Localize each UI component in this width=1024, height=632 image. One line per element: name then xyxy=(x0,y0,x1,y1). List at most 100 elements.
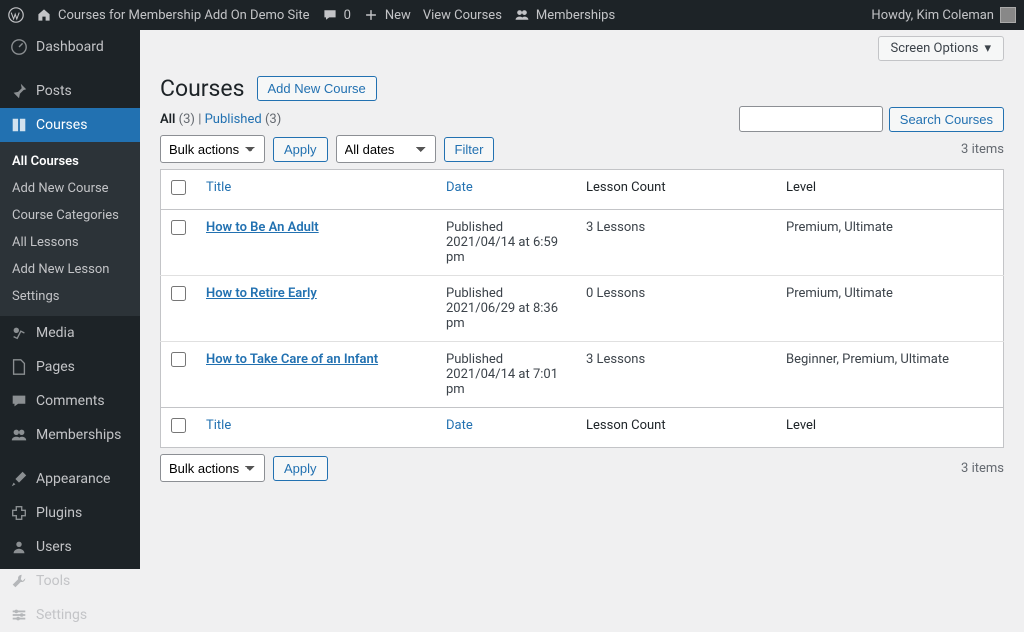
apply-button-bottom[interactable]: Apply xyxy=(273,456,328,481)
memberships-link[interactable]: Memberships xyxy=(514,7,615,23)
date-filter-select[interactable]: All dates xyxy=(336,135,436,163)
row-level: Beginner, Premium, Ultimate xyxy=(776,342,1004,408)
sidebar-sub-all-lessons[interactable]: All Lessons xyxy=(0,229,140,256)
row-date-status: Published xyxy=(446,286,503,301)
sidebar-sub-course-categories[interactable]: Course Categories xyxy=(0,202,140,229)
media-icon xyxy=(10,324,28,342)
sidebar-item-label: Dashboard xyxy=(36,39,104,55)
sidebar-item-label: Posts xyxy=(36,83,72,99)
sidebar-item-media[interactable]: Media xyxy=(0,316,140,350)
sidebar-item-courses[interactable]: Courses xyxy=(0,108,140,142)
sidebar-item-label: Media xyxy=(36,325,75,341)
new-label: New xyxy=(385,8,411,23)
tablenav-top: Bulk actions Apply All dates Filter 3 it… xyxy=(160,135,1004,163)
table-row: How to Take Care of an Infant Published … xyxy=(161,342,1004,408)
col-date-foot[interactable]: Date xyxy=(436,408,576,448)
row-title-link[interactable]: How to Take Care of an Infant xyxy=(206,352,378,367)
items-count-top: 3 items xyxy=(961,142,1004,157)
apply-button-top[interactable]: Apply xyxy=(273,137,328,162)
wrench-icon xyxy=(10,572,28,590)
page-icon xyxy=(10,358,28,376)
row-lesson-count: 3 Lessons xyxy=(576,210,776,276)
select-all-top[interactable] xyxy=(171,180,186,195)
comments-count: 0 xyxy=(344,8,351,23)
sidebar-item-settings[interactable]: Settings xyxy=(0,598,140,632)
screen-options-toggle[interactable]: Screen Options ▾ xyxy=(878,36,1005,61)
bulk-action-select-top[interactable]: Bulk actions xyxy=(160,135,265,163)
sidebar-sub-all-courses[interactable]: All Courses xyxy=(0,148,140,175)
sidebar-sub-add-new-lesson[interactable]: Add New Lesson xyxy=(0,256,140,283)
site-name-text: Courses for Membership Add On Demo Site xyxy=(58,8,310,23)
plugin-icon xyxy=(10,504,28,522)
screen-options-label: Screen Options xyxy=(891,41,979,56)
search-input[interactable] xyxy=(739,106,883,132)
table-row: How to Retire Early Published 2021/06/29… xyxy=(161,276,1004,342)
page-title: Courses xyxy=(160,75,245,102)
sidebar-item-label: Users xyxy=(36,539,72,555)
col-title[interactable]: Title xyxy=(196,170,436,210)
row-checkbox[interactable] xyxy=(171,220,186,235)
pin-icon xyxy=(10,82,28,100)
my-account-link[interactable]: Howdy, Kim Coleman xyxy=(871,7,1016,23)
dashboard-icon xyxy=(10,38,28,56)
sidebar-item-comments[interactable]: Comments xyxy=(0,384,140,418)
sidebar-item-label: Courses xyxy=(36,117,87,133)
filter-published[interactable]: Published xyxy=(205,112,265,127)
sidebar-sub-settings[interactable]: Settings xyxy=(0,283,140,310)
settings-icon xyxy=(10,606,28,624)
search-courses-button[interactable]: Search Courses xyxy=(889,107,1004,132)
main-content: Screen Options ▾ Courses Add New Course … xyxy=(140,30,1024,569)
view-courses-label: View Courses xyxy=(423,8,502,23)
search-box: Search Courses xyxy=(739,106,1004,132)
comment-icon xyxy=(322,7,338,23)
col-title-foot[interactable]: Title xyxy=(196,408,436,448)
filter-all[interactable]: All (3) xyxy=(160,112,198,127)
row-lesson-count: 3 Lessons xyxy=(576,342,776,408)
wordpress-icon xyxy=(8,7,24,23)
col-date[interactable]: Date xyxy=(436,170,576,210)
new-content-link[interactable]: New xyxy=(363,7,411,23)
chevron-down-icon: ▾ xyxy=(984,41,991,56)
row-date: 2021/04/14 at 7:01 pm xyxy=(446,367,558,397)
row-checkbox[interactable] xyxy=(171,352,186,367)
book-icon xyxy=(10,116,28,134)
items-count-bottom: 3 items xyxy=(961,461,1004,476)
sidebar-item-pages[interactable]: Pages xyxy=(0,350,140,384)
view-courses-link[interactable]: View Courses xyxy=(423,8,502,23)
sidebar-item-memberships[interactable]: Memberships xyxy=(0,418,140,452)
row-title-link[interactable]: How to Retire Early xyxy=(206,286,317,301)
row-lesson-count: 0 Lessons xyxy=(576,276,776,342)
row-level: Premium, Ultimate xyxy=(776,210,1004,276)
table-row: How to Be An Adult Published 2021/04/14 … xyxy=(161,210,1004,276)
row-date-status: Published xyxy=(446,352,503,367)
select-all-bottom[interactable] xyxy=(171,418,186,433)
brush-icon xyxy=(10,470,28,488)
comment-icon xyxy=(10,392,28,410)
sidebar-item-label: Settings xyxy=(36,607,87,623)
sidebar-item-appearance[interactable]: Appearance xyxy=(0,462,140,496)
row-date-status: Published xyxy=(446,220,503,235)
filter-button[interactable]: Filter xyxy=(444,137,495,162)
sidebar-item-users[interactable]: Users xyxy=(0,530,140,564)
bulk-action-select-bottom[interactable]: Bulk actions xyxy=(160,454,265,482)
sidebar-item-dashboard[interactable]: Dashboard xyxy=(0,30,140,64)
sidebar-item-plugins[interactable]: Plugins xyxy=(0,496,140,530)
sidebar-sub-add-new-course[interactable]: Add New Course xyxy=(0,175,140,202)
sidebar-item-label: Memberships xyxy=(36,427,121,443)
admin-sidebar: Dashboard Posts Courses All Courses Add … xyxy=(0,30,140,569)
row-date: 2021/06/29 at 8:36 pm xyxy=(446,301,558,331)
add-new-course-button[interactable]: Add New Course xyxy=(257,76,377,101)
row-checkbox[interactable] xyxy=(171,286,186,301)
col-lesson-count-foot: Lesson Count xyxy=(576,408,776,448)
site-name-link[interactable]: Courses for Membership Add On Demo Site xyxy=(36,7,310,23)
comments-link[interactable]: 0 xyxy=(322,7,351,23)
wp-logo[interactable] xyxy=(8,7,24,23)
memberships-icon xyxy=(514,7,530,23)
memberships-icon xyxy=(10,426,28,444)
sidebar-item-tools[interactable]: Tools xyxy=(0,564,140,598)
row-title-link[interactable]: How to Be An Adult xyxy=(206,220,319,235)
sidebar-item-posts[interactable]: Posts xyxy=(0,74,140,108)
avatar xyxy=(1000,7,1016,23)
home-icon xyxy=(36,7,52,23)
sidebar-item-label: Pages xyxy=(36,359,75,375)
